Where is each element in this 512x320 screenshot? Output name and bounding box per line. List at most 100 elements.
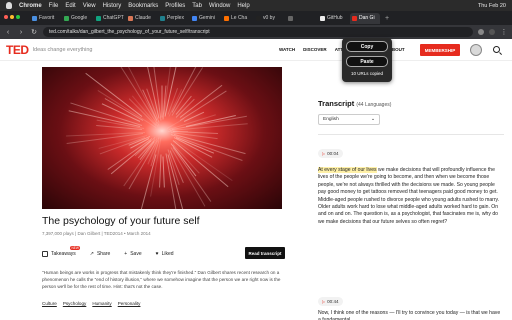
transcript-paragraph[interactable]: Now, I think one of the reasons — I'll t…: [318, 310, 504, 320]
nav-watch[interactable]: WATCH: [279, 47, 295, 52]
tab-label: Gemini: [199, 15, 215, 21]
menubar-app-name[interactable]: Chrome: [19, 3, 42, 9]
transcript-paragraph[interactable]: At every stage of our lives we make deci…: [318, 167, 504, 226]
transcript-language-count: (44 Languages): [356, 102, 392, 108]
close-window-icon[interactable]: [4, 15, 8, 19]
minimize-window-icon[interactable]: [10, 15, 14, 19]
tab-favicon-icon: [224, 15, 229, 21]
timestamp-button[interactable]: ▷ 00:04: [318, 149, 343, 158]
back-icon[interactable]: ‹: [4, 29, 12, 36]
popup-status: 10 URLs copied: [350, 71, 384, 76]
browser-tab[interactable]: Perplex: [158, 13, 188, 24]
video-player[interactable]: [42, 67, 282, 209]
copy-urls-popup: Copy Paste 10 URLs copied: [342, 38, 392, 82]
read-transcript-button[interactable]: Read transcript: [245, 247, 285, 259]
browser-tab[interactable]: Gemini: [190, 13, 220, 24]
share-label: Share: [96, 251, 111, 257]
menubar-clock[interactable]: Thu Feb 20: [478, 3, 506, 9]
browser-tab[interactable]: v0 by: [254, 13, 284, 24]
forward-icon[interactable]: ›: [17, 29, 25, 36]
paragraph-text: Now, I think one of the reasons — I'll t…: [318, 310, 501, 320]
language-value: English: [323, 117, 339, 122]
like-button[interactable]: ♥ Liked: [156, 251, 174, 257]
tab-label: Google: [71, 15, 88, 21]
tab-label: Claude: [135, 15, 151, 21]
tab-favicon-icon: [160, 15, 165, 21]
tab-favicon-icon: [288, 15, 293, 21]
tab-label: Le Cha: [231, 15, 248, 21]
transcript-title: Transcript: [318, 99, 355, 108]
ted-logo[interactable]: TED: [6, 43, 29, 57]
menu-help[interactable]: Help: [237, 3, 249, 9]
avatar[interactable]: [470, 44, 482, 56]
tab-label: GitHub: [327, 15, 343, 21]
browser-tab[interactable]: Le Cha: [222, 13, 252, 24]
new-tab-icon[interactable]: +: [385, 15, 389, 22]
talk-title: The psychology of your future self: [42, 215, 200, 227]
browser-tab[interactable]: Favorit: [30, 13, 60, 24]
video-streak: [162, 156, 165, 188]
browser-toolbar: ‹ › ↻ ted.com/talks/dan_gilbert_the_psyc…: [0, 25, 512, 39]
browser-tab[interactable]: GitHub: [318, 13, 348, 24]
menu-kebab-icon[interactable]: ⋮: [500, 28, 508, 36]
timestamp-button[interactable]: ▷ 00:44: [318, 297, 343, 306]
talk-meta: 7,397,000 plays | Dan Gilbert | TED2014 …: [42, 231, 151, 236]
profile-icon[interactable]: [489, 29, 495, 35]
menu-bookmarks[interactable]: Bookmarks: [128, 3, 158, 9]
ted-tagline: Ideas change everything: [32, 46, 93, 53]
browser-tab-strip: Favorit Google ChatGPT Claude Perplex Gemini L…: [0, 11, 512, 25]
zoom-window-icon[interactable]: [16, 15, 20, 19]
browser-tab[interactable]: Claude: [126, 13, 156, 24]
tab-label: Favorit: [39, 15, 55, 21]
save-button[interactable]: + Save: [124, 251, 141, 257]
browser-tab[interactable]: ChatGPT: [94, 13, 124, 24]
tag-link[interactable]: Humanity: [92, 301, 111, 306]
video-streak: [161, 85, 163, 118]
nav-discover[interactable]: DISCOVER: [303, 47, 327, 52]
tab-favicon-icon: [192, 15, 197, 21]
tab-favicon-icon: [96, 15, 101, 21]
paste-button[interactable]: Paste: [346, 56, 388, 67]
apple-icon[interactable]: [6, 2, 12, 9]
tab-label: ChatGPT: [103, 15, 124, 21]
tag-link[interactable]: Personality: [118, 301, 141, 306]
copy-button[interactable]: Copy: [346, 41, 388, 52]
membership-button[interactable]: MEMBERSHIP: [420, 44, 460, 56]
menu-history[interactable]: History: [103, 3, 122, 9]
tab-favicon-icon: [32, 15, 37, 21]
share-button[interactable]: ↗ Share: [90, 251, 111, 257]
menu-profiles[interactable]: Profiles: [165, 3, 185, 9]
url-text: ted.com/talks/dan_gilbert_the_psychology…: [49, 29, 210, 35]
address-bar[interactable]: ted.com/talks/dan_gilbert_the_psychology…: [43, 27, 473, 37]
tag-link[interactable]: Culture: [42, 301, 57, 306]
extension-icon[interactable]: [478, 29, 484, 35]
menu-tab[interactable]: Tab: [192, 3, 202, 9]
menu-edit[interactable]: Edit: [65, 3, 75, 9]
ted-page: TED Ideas change everything WATCH DISCOV…: [0, 39, 512, 320]
reload-icon[interactable]: ↻: [30, 28, 38, 36]
system-menubar: Chrome File Edit View History Bookmarks …: [0, 0, 512, 11]
browser-tab[interactable]: Google: [62, 13, 92, 24]
language-select[interactable]: English ⌄: [318, 114, 380, 125]
video-streak: [159, 154, 162, 188]
takeaways-icon: [42, 251, 48, 257]
share-icon: ↗: [89, 251, 94, 257]
highlighted-sentence: At every stage of our lives: [318, 167, 377, 173]
menu-window[interactable]: Window: [209, 3, 230, 9]
chevron-down-icon: ⌄: [370, 117, 375, 122]
play-icon: ▷: [322, 151, 326, 156]
save-label: Save: [130, 251, 142, 257]
browser-tab[interactable]: Dan Gi: [350, 12, 380, 24]
search-icon[interactable]: [493, 46, 500, 53]
menu-file[interactable]: File: [49, 3, 59, 9]
tag-link[interactable]: Psychology: [63, 301, 87, 306]
timestamp-label: 00:44: [327, 299, 339, 304]
talk-description: "Human beings are works in progress that…: [42, 270, 281, 289]
browser-tab[interactable]: [286, 13, 316, 24]
new-badge: NEW: [70, 246, 81, 250]
takeaways-label: Takeaways: [51, 251, 76, 257]
heart-icon: ♥: [155, 251, 159, 257]
menu-view[interactable]: View: [83, 3, 96, 9]
takeaways-button[interactable]: Takeaways NEW: [42, 246, 81, 257]
tab-favicon-icon: [320, 15, 325, 21]
